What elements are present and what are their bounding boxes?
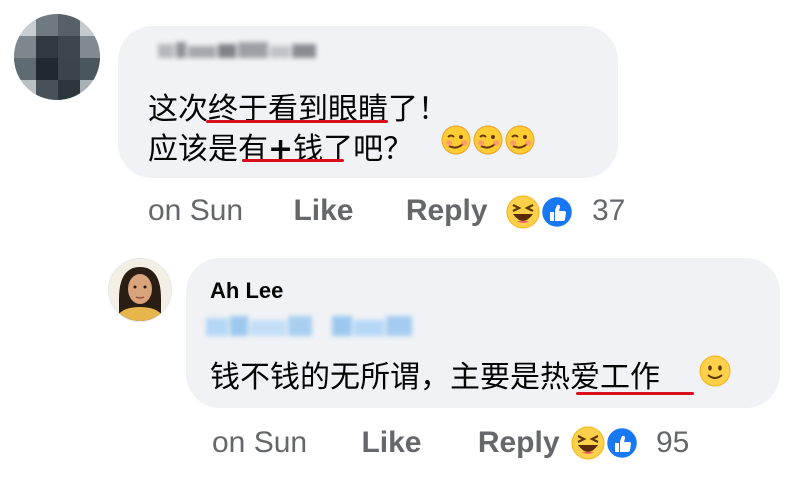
comment-bubble: 这次终于看到眼睛了！ 应该是有+钱了吧？ [118,26,618,178]
reply-text: 钱不钱的无所谓，主要是热爱工作 [210,352,660,396]
red-underline-annotation [576,392,694,395]
like-button[interactable]: Like [293,194,353,227]
red-underline-annotation [242,159,344,162]
tagged-text-redacted [206,314,416,345]
like-thumb-icon [539,194,575,230]
like-thumb-icon [604,425,640,461]
slightly-smiling-face-icon [698,354,732,393]
text-segment-underlined: 热爱工作 [540,360,660,395]
ah-lee-avatar[interactable] [108,258,172,322]
woozy-face-icon [441,125,535,155]
comment-actions: on Sun Like Reply [148,194,488,228]
like-button[interactable]: Like [361,426,421,459]
reaction-count[interactable]: 37 [592,194,625,228]
reaction-count[interactable]: 95 [656,426,689,460]
author-name-redacted[interactable] [158,40,318,67]
author-name[interactable]: Ah Lee [210,278,283,304]
emoji-group [440,122,536,163]
reply-bubble: Ah Lee 钱不钱的无所谓，主要是热爱工作 [186,258,780,408]
commenter-avatar-pixelated[interactable] [14,14,100,100]
laughing-emoji-icon [571,426,605,460]
reply-button[interactable]: Reply [478,426,560,459]
reactions-summary[interactable] [505,192,585,237]
reply-button[interactable]: Reply [406,194,488,227]
reply-actions: on Sun Like Reply [212,426,560,460]
reactions-summary[interactable] [570,423,650,468]
timestamp[interactable]: on Sun [148,194,243,227]
text-segment: 钱不钱的无所谓，主要是 [210,360,540,395]
text-segment: 应该是 [148,132,238,167]
red-underline-annotation [206,120,388,123]
timestamp[interactable]: on Sun [212,426,307,459]
laughing-emoji-icon [506,195,540,229]
